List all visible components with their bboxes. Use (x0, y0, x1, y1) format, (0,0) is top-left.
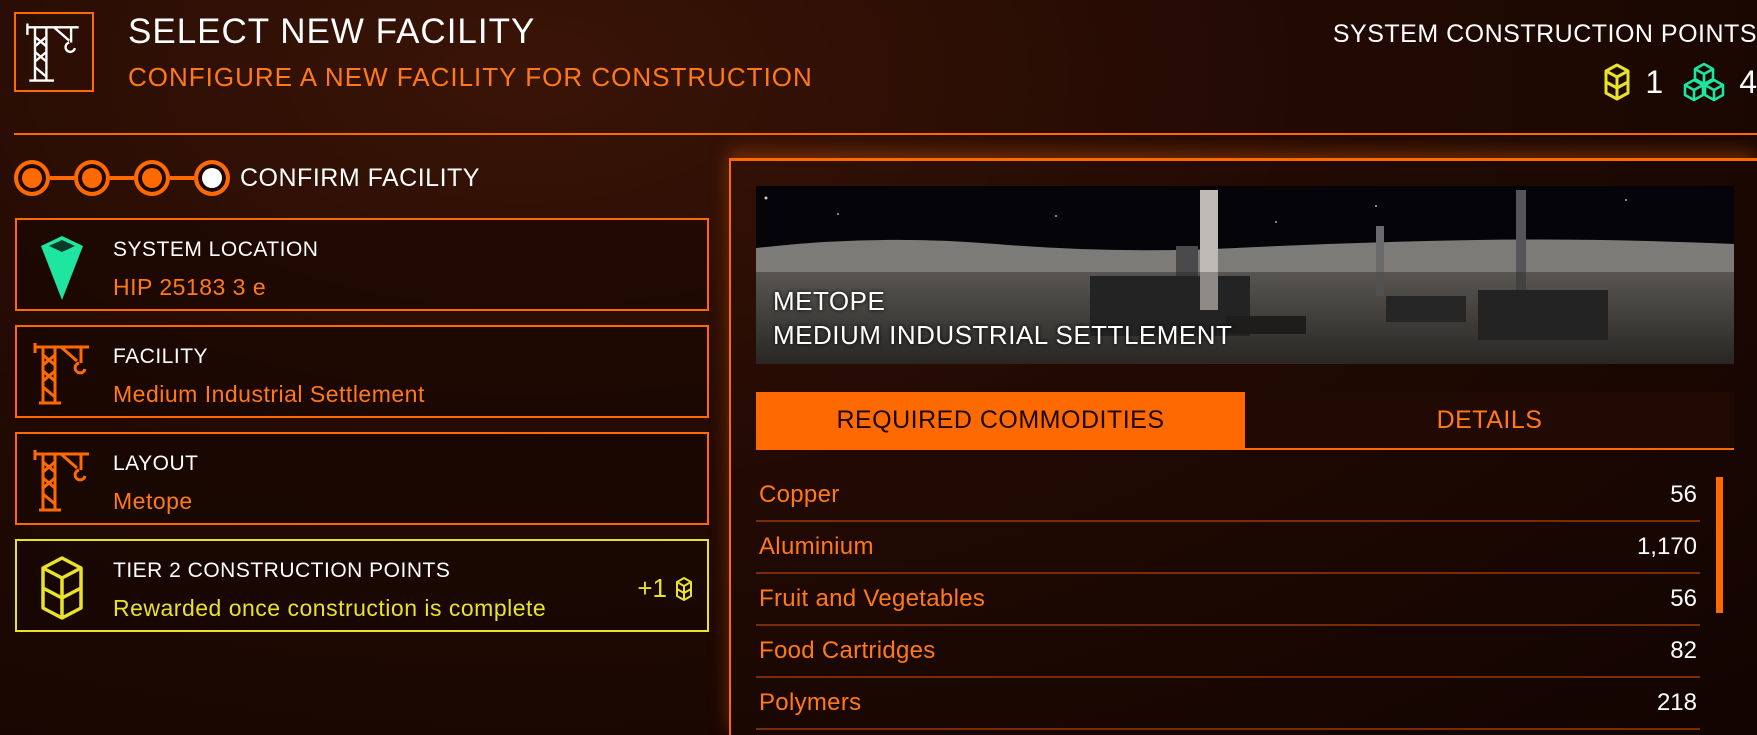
list-item: Food Cartridges 82 (756, 626, 1700, 678)
page-subtitle: CONFIGURE A NEW FACILITY FOR CONSTRUCTIO… (128, 62, 813, 92)
commodity-quantity: 82 (1670, 637, 1697, 664)
commodity-quantity: 1,170 (1636, 533, 1697, 560)
step-2[interactable] (74, 160, 110, 196)
step-1[interactable] (14, 160, 50, 196)
tier3-points: 4 (1683, 62, 1757, 102)
tier2-cube-icon (676, 576, 692, 601)
layout-title: LAYOUT (113, 452, 199, 475)
commodity-name: Food Cartridges (759, 637, 936, 664)
list-item: Aluminium 1,170 (756, 522, 1700, 574)
commodity-list: Copper 56 Aluminium 1,170 Fruit and Vege… (756, 470, 1700, 730)
commodity-name: Copper (759, 481, 840, 508)
tier-points-amount-value: +1 (637, 573, 667, 603)
step-3[interactable] (134, 160, 170, 196)
commodity-quantity: 218 (1656, 689, 1697, 716)
page-title: SELECT NEW FACILITY (128, 12, 536, 51)
tier3-points-value: 4 (1739, 63, 1757, 100)
step-connector (50, 176, 74, 180)
layout-card[interactable]: LAYOUT Metope (15, 432, 709, 525)
tier2-cube-icon (1604, 63, 1630, 101)
header-divider (14, 133, 1757, 135)
step-connector (110, 176, 134, 180)
facility-value: Medium Industrial Settlement (113, 381, 425, 407)
tier-points-card: TIER 2 CONSTRUCTION POINTS Rewarded once… (15, 539, 709, 632)
settlement-name: METOPE (773, 286, 886, 316)
list-item: Fruit and Vegetables 56 (756, 574, 1700, 626)
layout-value: Metope (113, 488, 193, 514)
crane-icon (31, 337, 93, 409)
tier3-cubes-icon (1683, 62, 1725, 102)
tab-details[interactable]: DETAILS (1245, 392, 1734, 448)
tier-points-title: TIER 2 CONSTRUCTION POINTS (113, 559, 451, 582)
commodity-name: Fruit and Vegetables (759, 585, 986, 612)
wizard-steps: CONFIRM FACILITY (14, 160, 480, 196)
list-item: Polymers 218 (756, 678, 1700, 730)
system-location-card[interactable]: SYSTEM LOCATION HIP 25183 3 e (15, 218, 709, 311)
commodity-quantity: 56 (1670, 585, 1697, 612)
facility-banner: METOPE MEDIUM INDUSTRIAL SETTLEMENT (756, 186, 1734, 364)
tier2-cube-icon (39, 555, 85, 621)
facility-header-icon (14, 12, 94, 92)
commodity-quantity: 56 (1670, 481, 1697, 508)
settlement-type: MEDIUM INDUSTRIAL SETTLEMENT (773, 320, 1233, 350)
facility-title: FACILITY (113, 345, 209, 368)
commodity-name: Polymers (759, 689, 862, 716)
step-label: CONFIRM FACILITY (240, 163, 480, 192)
detail-tabs: REQUIRED COMMODITIES DETAILS (756, 392, 1734, 450)
step-connector (170, 176, 194, 180)
commodity-scrollbar[interactable] (1716, 477, 1723, 613)
step-4-current[interactable] (194, 160, 230, 196)
system-location-title: SYSTEM LOCATION (113, 238, 319, 261)
list-item: Copper 56 (756, 470, 1700, 522)
tier2-points: 1 (1603, 62, 1663, 102)
construction-points: 1 4 (1603, 62, 1757, 102)
facility-card[interactable]: FACILITY Medium Industrial Settlement (15, 325, 709, 418)
system-location-value: HIP 25183 3 e (113, 274, 267, 300)
tab-required-commodities[interactable]: REQUIRED COMMODITIES (756, 392, 1245, 448)
crane-icon (31, 444, 93, 516)
tier2-points-value: 1 (1645, 63, 1664, 100)
tier-points-desc: Rewarded once construction is complete (113, 595, 547, 621)
construction-points-title: SYSTEM CONSTRUCTION POINTS (1332, 20, 1757, 48)
commodity-name: Aluminium (759, 533, 874, 560)
crane-icon (26, 23, 79, 82)
location-marker-icon (31, 230, 93, 302)
tier-points-amount: +1 (637, 573, 693, 604)
